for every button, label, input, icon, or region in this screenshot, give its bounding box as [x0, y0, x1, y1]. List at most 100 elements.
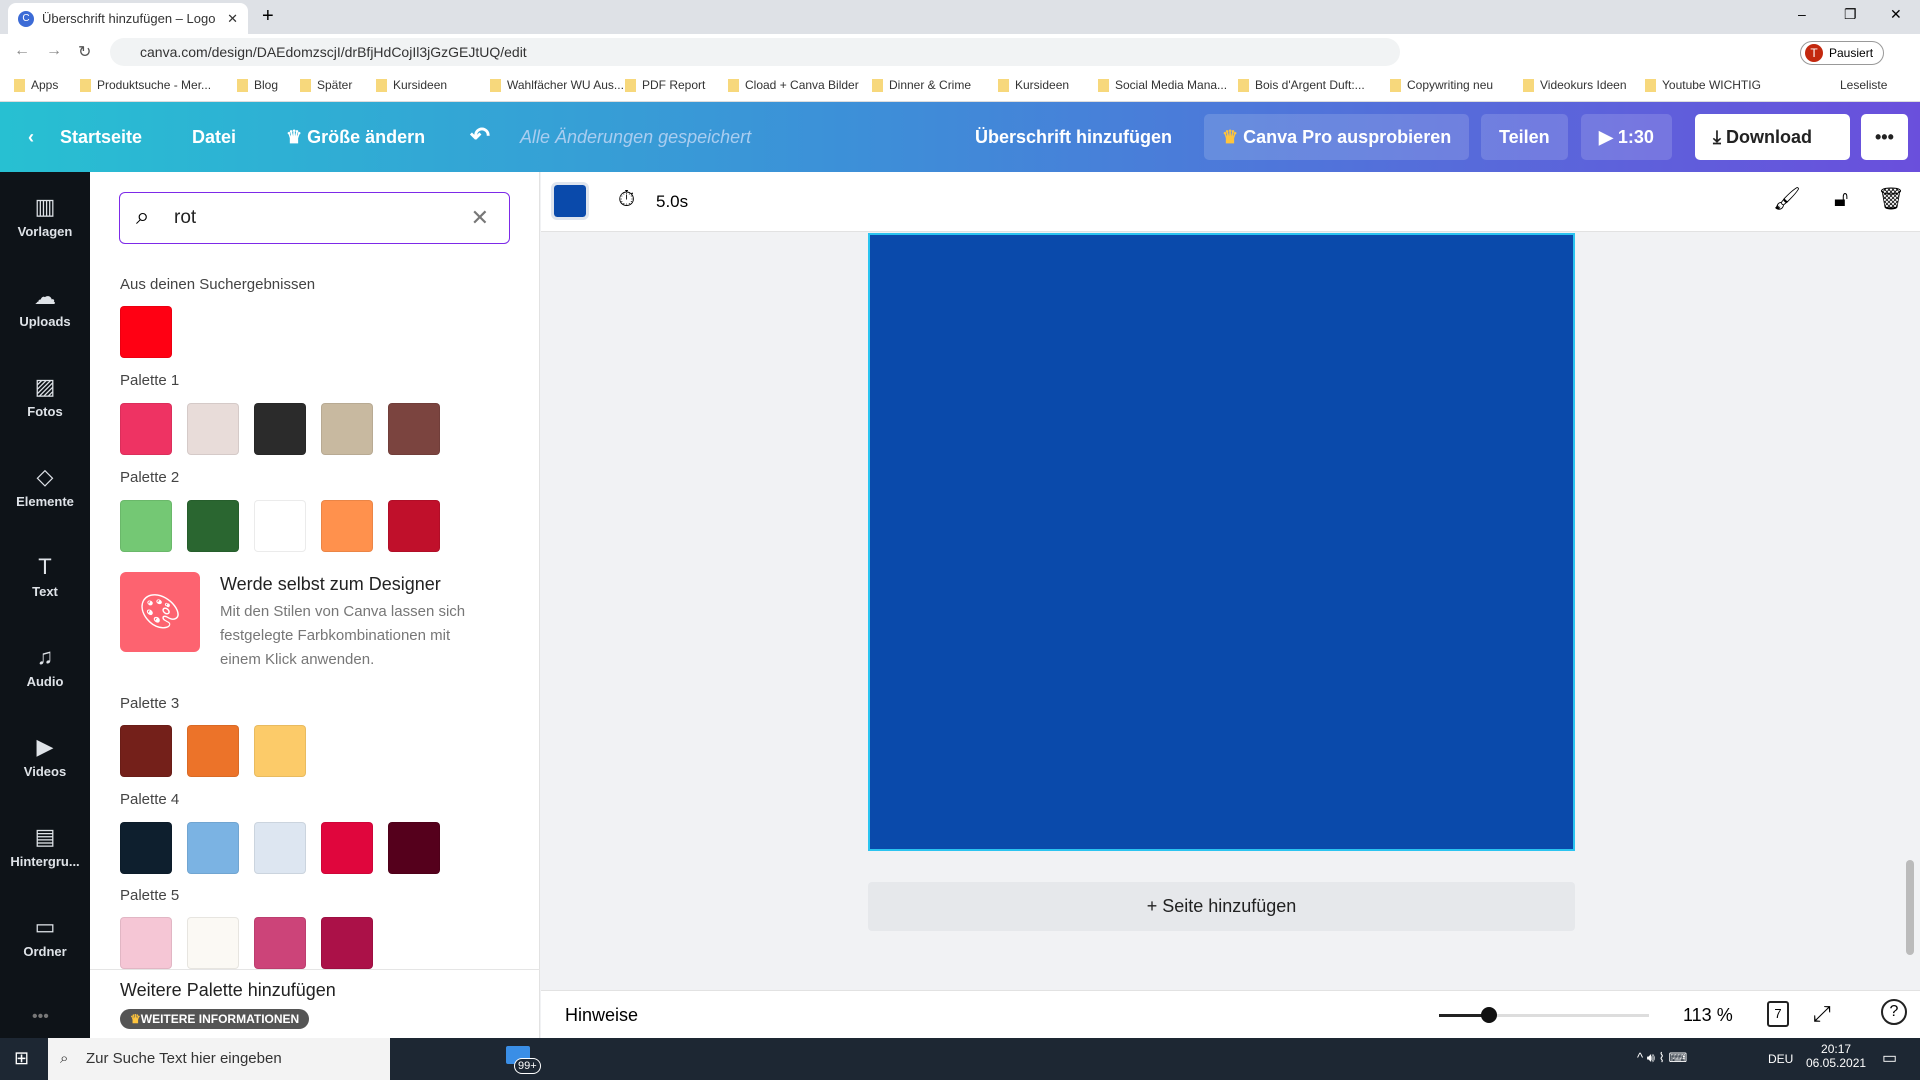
more-info-button[interactable]: ♛WEITERE INFORMATIONEN — [120, 1009, 310, 1029]
design-canvas[interactable] — [868, 233, 1575, 851]
help-icon[interactable]: ? — [1881, 999, 1907, 1025]
sidebar-item-audio[interactable]: ♫ Audio — [0, 644, 90, 689]
color-swatch[interactable] — [321, 403, 373, 455]
zoom-slider[interactable] — [1439, 1007, 1649, 1023]
close-window-button[interactable]: ✕ — [1890, 6, 1902, 23]
color-swatch[interactable] — [388, 822, 440, 874]
zoom-level[interactable]: 113 % — [1683, 1005, 1733, 1026]
bookmark-item[interactable]: Youtube WICHTIG — [1645, 78, 1761, 92]
sidebar-item-vorlagen[interactable]: ▥ Vorlagen — [0, 194, 90, 239]
sidebar-item-fotos[interactable]: ▨ Fotos — [0, 374, 90, 419]
lock-icon[interactable]: 🔓︎ — [1834, 186, 1848, 212]
file-menu[interactable]: Datei — [192, 102, 236, 172]
windows-start-icon[interactable]: ⊞ — [14, 1048, 29, 1069]
color-swatch[interactable] — [187, 917, 239, 969]
color-swatch[interactable] — [187, 822, 239, 874]
bookmark-item[interactable]: Blog — [237, 78, 278, 92]
color-swatch[interactable] — [388, 500, 440, 552]
color-swatch[interactable] — [187, 500, 239, 552]
bookmark-item[interactable]: Videokurs Ideen — [1523, 78, 1627, 92]
vertical-scrollbar[interactable] — [1906, 860, 1914, 955]
color-swatch[interactable] — [120, 917, 172, 969]
bookmark-label: Social Media Mana... — [1115, 78, 1228, 92]
color-swatch[interactable] — [120, 403, 172, 455]
resize-button[interactable]: ♛ Größe ändern — [286, 102, 425, 172]
download-button[interactable]: ⤓ Download — [1695, 114, 1850, 160]
clock[interactable]: 20:17 06.05.2021 — [1806, 1042, 1866, 1070]
sidebar-item-text[interactable]: T Text — [0, 554, 90, 599]
fullscreen-icon[interactable]: ⤢ — [1813, 1001, 1831, 1027]
close-tab-icon[interactable]: ✕ — [227, 11, 238, 27]
tray-icons[interactable]: ^ 🔊︎ ⌇ ⌨ — [1637, 1050, 1687, 1066]
bookmark-item[interactable]: Apps — [14, 78, 58, 92]
clear-search-icon[interactable]: ✕ — [471, 205, 489, 231]
color-swatch[interactable] — [254, 917, 306, 969]
bookmark-item[interactable]: Produktsuche - Mer... — [80, 78, 211, 92]
url-field[interactable]: canva.com/design/DAEdomzscjI/drBfjHdCojI… — [110, 38, 1400, 66]
color-swatch[interactable] — [254, 500, 306, 552]
paint-format-icon[interactable]: 🖌︎ — [1773, 186, 1801, 212]
browser-tab[interactable]: C Überschrift hinzufügen – Logo ✕ — [8, 3, 248, 34]
bookmark-item[interactable]: Copywriting neu — [1390, 78, 1493, 92]
color-search-input[interactable]: ⌕ rot ✕ — [119, 192, 510, 244]
minimize-button[interactable]: – — [1798, 6, 1806, 22]
bookmark-item[interactable]: Kursideen — [998, 78, 1069, 92]
color-swatch[interactable] — [187, 403, 239, 455]
design-title[interactable]: Überschrift hinzufügen — [975, 102, 1172, 172]
share-button[interactable]: Teilen — [1481, 114, 1568, 160]
restore-button[interactable]: ❐ — [1844, 6, 1857, 23]
bookmark-item[interactable]: Social Media Mana... — [1098, 78, 1227, 92]
reading-list[interactable]: Leseliste — [1840, 78, 1887, 92]
color-swatch[interactable] — [321, 500, 373, 552]
play-button[interactable]: ▶ 1:30 — [1581, 114, 1672, 160]
back-icon[interactable]: ← — [14, 42, 30, 60]
sidebar-item-uploads[interactable]: ☁ Uploads — [0, 284, 90, 329]
more-apps-icon[interactable]: ••• — [32, 1008, 49, 1026]
bookmark-item[interactable]: Später — [300, 78, 352, 92]
bookmark-item[interactable]: PDF Report — [625, 78, 705, 92]
profile-button[interactable]: T Pausiert — [1800, 41, 1885, 65]
color-swatch[interactable] — [254, 725, 306, 777]
notes-button[interactable]: Hinweise — [565, 1005, 638, 1026]
canva-pro-button[interactable]: ♛ Canva Pro ausprobieren — [1204, 114, 1470, 160]
color-swatch[interactable] — [187, 725, 239, 777]
sidebar-item-elemente[interactable]: ◇ Elemente — [0, 464, 90, 509]
new-tab-button[interactable]: + — [262, 5, 274, 28]
add-palette-link[interactable]: Weitere Palette hinzufügen — [120, 980, 336, 1001]
notification-icon[interactable]: ▭ — [1882, 1048, 1897, 1068]
sidebar-item-ordner[interactable]: ▭ Ordner — [0, 914, 90, 959]
home-button[interactable]: Startseite — [60, 102, 142, 172]
color-picker-button[interactable] — [551, 182, 589, 220]
color-swatch[interactable] — [321, 822, 373, 874]
undo-icon[interactable]: ↶ — [470, 102, 490, 172]
color-swatch[interactable] — [254, 403, 306, 455]
color-swatch[interactable] — [120, 725, 172, 777]
color-swatch[interactable] — [120, 500, 172, 552]
bookmark-item[interactable]: Bois d'Argent Duft:... — [1238, 78, 1365, 92]
page-grid-button[interactable]: 7 — [1767, 1001, 1789, 1027]
reload-icon[interactable]: ↻ — [78, 42, 91, 62]
chevron-left-icon[interactable]: ‹ — [28, 102, 34, 172]
clock-time: 20:17 — [1821, 1042, 1852, 1056]
color-swatch[interactable] — [120, 822, 172, 874]
taskbar-search-input[interactable]: ⌕ Zur Suche Text hier eingeben — [48, 1038, 390, 1080]
bookmark-item[interactable]: Wahlfächer WU Aus... — [490, 78, 624, 92]
add-page-button[interactable]: + Seite hinzufügen — [868, 882, 1575, 931]
forward-icon[interactable]: → — [46, 42, 62, 60]
bookmark-item[interactable]: Kursideen — [376, 78, 447, 92]
timer-icon[interactable]: ⏱ — [618, 186, 635, 212]
color-swatch[interactable] — [120, 306, 172, 358]
sidebar-item-hintergru[interactable]: ▤ Hintergru... — [0, 824, 90, 869]
sidebar-item-videos[interactable]: ▶ Videos — [0, 734, 90, 779]
trash-icon[interactable]: 🗑︎ — [1877, 186, 1905, 212]
taskbar-mail-app[interactable]: 99+ — [504, 1044, 541, 1076]
bookmark-item[interactable]: Dinner & Crime — [872, 78, 971, 92]
bookmark-item[interactable]: Cload + Canva Bilder — [728, 78, 859, 92]
color-swatch[interactable] — [321, 917, 373, 969]
color-swatch[interactable] — [254, 822, 306, 874]
color-swatch[interactable] — [388, 403, 440, 455]
zoom-slider-handle[interactable] — [1481, 1007, 1497, 1023]
duration-label[interactable]: 5.0s — [656, 192, 688, 212]
more-menu-button[interactable]: ••• — [1861, 114, 1908, 160]
language-indicator[interactable]: DEU — [1768, 1052, 1793, 1066]
